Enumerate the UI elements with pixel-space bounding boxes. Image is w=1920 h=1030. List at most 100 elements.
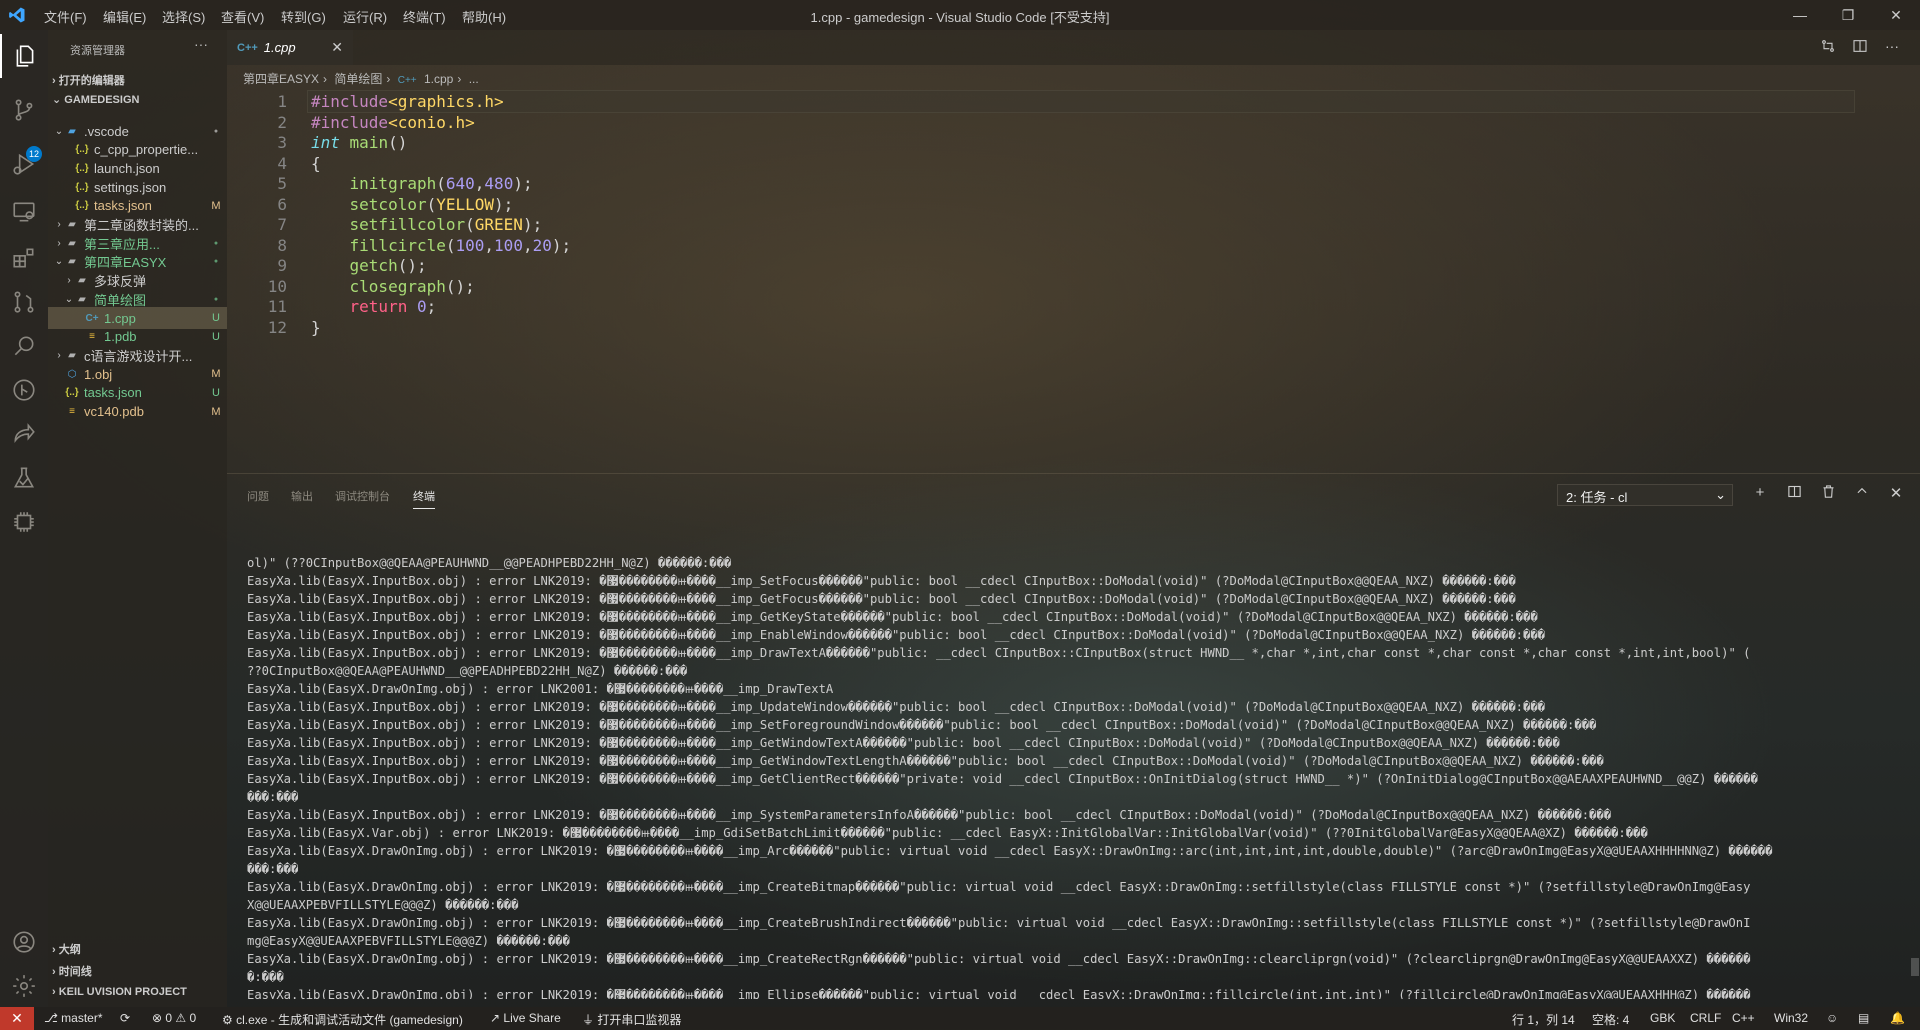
code-token: , <box>522 235 533 255</box>
problems-indicator[interactable]: ⊗ 0 ⚠ 0 <box>152 1011 196 1025</box>
manage-button[interactable] <box>0 964 48 1008</box>
close-tab-button[interactable]: ✕ <box>331 39 343 56</box>
code-token: } <box>311 317 321 337</box>
platform-config[interactable]: Win32 <box>1774 1011 1808 1025</box>
live-share-button[interactable] <box>0 412 48 456</box>
minimize-button[interactable]: — <box>1786 4 1814 26</box>
tab-1cpp[interactable]: C++ 1.cpp ✕ <box>227 30 353 65</box>
testing-button[interactable] <box>0 456 48 500</box>
terminal-line: ���:��� <box>247 862 299 876</box>
search-icon <box>14 336 34 356</box>
restore-button[interactable]: ❐ <box>1834 4 1862 26</box>
line-ending[interactable]: CRLF <box>1690 1011 1721 1025</box>
sync-button[interactable]: ⟳ <box>120 1011 130 1025</box>
code-token: { <box>311 153 321 173</box>
tab-problems[interactable]: 问题 <box>247 488 269 504</box>
terminal-scrollbar[interactable] <box>1911 958 1919 976</box>
split-editor-button[interactable] <box>1849 38 1871 58</box>
notifications-extra-icon[interactable]: ▤ <box>1858 1011 1869 1025</box>
tree-item-label: tasks.json <box>94 198 152 214</box>
feedback-icon[interactable]: ☺ <box>1826 1011 1838 1025</box>
code-line: getch(); <box>311 256 427 275</box>
compare-changes-button[interactable] <box>1817 38 1839 58</box>
breadcrumb-item[interactable]: 第四章EASYX <box>243 72 319 86</box>
code-token: 0 <box>416 297 427 316</box>
breadcrumb-item[interactable]: 简单绘图 <box>334 72 382 86</box>
terminal-line: EasyXa.lib(EasyX.InputBox.obj) : error L… <box>247 646 1751 660</box>
tree-item[interactable]: ≡ vc140.pdb M <box>48 401 227 423</box>
serial-monitor-button[interactable]: ⏚ 打开串口监视器 <box>582 1011 681 1028</box>
tree-item-label: c_cpp_propertie... <box>94 142 199 158</box>
code-editor[interactable]: 1 #include<graphics.h> 2 #include<conio.h> 3… <box>227 88 1920 473</box>
editor-tab-bar: C++ 1.cpp ✕ ··· <box>227 30 1920 65</box>
vscode-folder-icon: ▰ <box>68 125 76 137</box>
terminal-select[interactable]: 2: 任务 - cl ⌄ <box>1557 484 1733 506</box>
line-number: 11 <box>267 297 287 316</box>
search-button[interactable] <box>0 324 48 368</box>
breadcrumb-item[interactable]: ... <box>469 72 479 86</box>
tab-terminal[interactable]: 终端 <box>413 488 435 509</box>
tab-debug-console[interactable]: 调试控制台 <box>335 488 390 504</box>
accounts-button[interactable] <box>0 920 48 964</box>
code-token: 480 <box>484 174 514 193</box>
code-token: YELLOW <box>436 194 495 214</box>
close-panel-button[interactable]: ✕ <box>1885 484 1907 502</box>
git-status-badge: U <box>212 386 220 399</box>
line-number: 3 <box>277 133 287 152</box>
breadcrumb-item[interactable]: 1.cpp <box>424 72 453 86</box>
open-editors-section[interactable]: › 打开的编辑器 <box>52 72 125 88</box>
code-token: 100 <box>455 235 485 255</box>
more-actions-button[interactable]: ··· <box>194 36 208 52</box>
bell-icon[interactable]: 🔔 <box>1890 1011 1905 1025</box>
code-line: setcolor(YELLOW); <box>311 194 514 214</box>
indentation[interactable]: 空格: 4 <box>1592 1011 1629 1028</box>
remote-explorer-button[interactable] <box>0 190 48 234</box>
keil-section[interactable]: › KEIL UVISION PROJECT <box>52 986 187 998</box>
tree-item-label: 第四章EASYX <box>84 255 167 271</box>
outline-section[interactable]: › 大纲 <box>52 941 81 957</box>
maximize-panel-button[interactable] <box>1851 484 1873 502</box>
task-indicator[interactable]: ⚙ cl.exe - 生成和调试活动文件 (gamedesign) <box>222 1011 463 1028</box>
git-status-badge: M <box>211 199 221 212</box>
git-graph-button[interactable] <box>0 368 48 412</box>
code-token: 20 <box>532 235 552 255</box>
timeline-section[interactable]: › 时间线 <box>52 963 92 979</box>
database-file-icon: ≡ <box>89 331 95 343</box>
git-status-badge: ● <box>213 258 219 266</box>
workspace-section[interactable]: ⌄ GAMEDESIGN <box>52 93 139 106</box>
chevron-right-icon: › <box>457 72 462 86</box>
cursor-position[interactable]: 行 1，列 14 <box>1512 1011 1575 1028</box>
pull-requests-button[interactable] <box>0 280 48 324</box>
chevron-right-icon: › <box>52 75 59 87</box>
folder-icon: ▰ <box>68 349 76 361</box>
remote-indicator[interactable]: ✕ <box>0 1007 34 1030</box>
close-window-button[interactable]: ✕ <box>1882 4 1910 26</box>
platformio-button[interactable] <box>0 500 48 544</box>
live-share-icon <box>14 423 35 443</box>
language-mode[interactable]: C++ <box>1732 1011 1755 1025</box>
chevron-right-icon: › <box>67 275 71 287</box>
code-line: closegraph(); <box>311 277 475 296</box>
split-terminal-button[interactable] <box>1783 484 1805 503</box>
extensions-button[interactable] <box>0 236 48 280</box>
git-status-badge: ● <box>213 295 219 303</box>
branch-indicator[interactable]: ⎇ master* <box>44 1011 103 1025</box>
terminal-output[interactable]: ol)" (??0CInputBox@@QEAA@PEAUHWND__@@PEA… <box>247 554 1907 999</box>
terminal-line: EasyXa.lib(EasyX.InputBox.obj) : error L… <box>247 808 1612 822</box>
title-bar: 文件(F) 编辑(E) 选择(S) 查看(V) 转到(G) 运行(R) 终端(T… <box>0 0 1920 30</box>
new-terminal-button[interactable]: + <box>1749 484 1771 501</box>
tree-item-label: 1.pdb <box>104 329 137 345</box>
kill-terminal-button[interactable] <box>1817 484 1839 503</box>
encoding[interactable]: GBK <box>1650 1011 1675 1025</box>
source-control-button[interactable] <box>0 88 48 132</box>
explorer-button[interactable] <box>0 34 48 78</box>
live-share-status[interactable]: ↗ Live Share <box>490 1011 561 1025</box>
tab-output[interactable]: 输出 <box>291 488 313 504</box>
editor-more-button[interactable]: ··· <box>1881 38 1903 58</box>
run-debug-icon <box>13 153 35 175</box>
run-debug-button[interactable] <box>0 142 48 186</box>
timeline-label: 时间线 <box>58 966 92 978</box>
